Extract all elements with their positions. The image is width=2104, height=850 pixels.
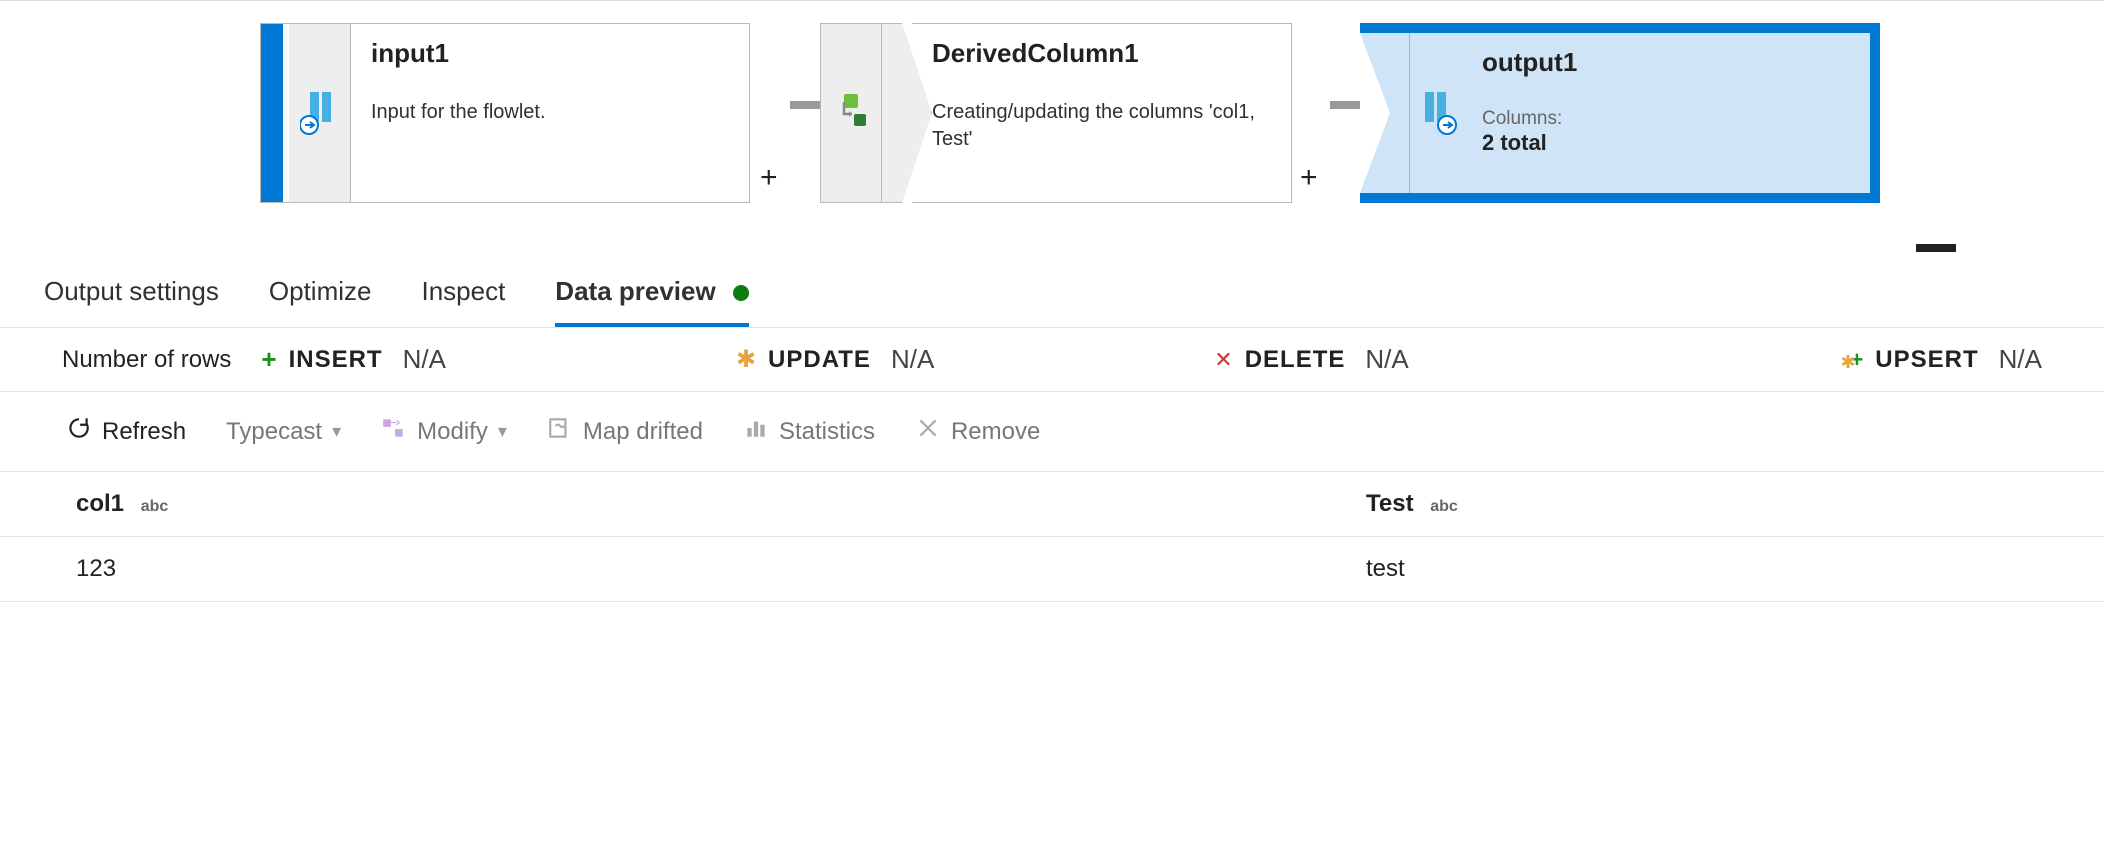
data-preview-table: col1 abc Test abc 123 test xyxy=(0,472,2104,602)
panel-resize-grip[interactable] xyxy=(1916,244,1956,252)
insert-label: INSERT xyxy=(289,346,383,374)
tab-data-preview[interactable]: Data preview xyxy=(555,276,749,327)
col-name: Test xyxy=(1366,490,1414,517)
node-desc: Input for the flowlet. xyxy=(371,99,546,126)
btn-label: Refresh xyxy=(102,418,186,446)
statistics-icon xyxy=(743,415,769,448)
cell: 123 xyxy=(76,555,1366,583)
derived-column-icon xyxy=(832,92,870,135)
upsert-icon: ✱+ xyxy=(1842,346,1863,374)
add-after-input[interactable]: + xyxy=(760,161,778,195)
node-title: DerivedColumn1 xyxy=(932,38,1271,69)
row-stats-bar: Number of rows + INSERT N/A ✱ UPDATE N/A… xyxy=(0,328,2104,392)
rows-label: Number of rows xyxy=(62,346,231,374)
statistics-button[interactable]: Statistics xyxy=(743,415,875,448)
output-columns-label: Columns: xyxy=(1482,108,1577,130)
update-label: UPDATE xyxy=(768,346,871,374)
upsert-label: UPSERT xyxy=(1875,346,1978,374)
btn-label: Statistics xyxy=(779,418,875,446)
status-dot-icon xyxy=(733,285,749,301)
modify-icon xyxy=(381,415,407,448)
cell: test xyxy=(1366,555,2028,583)
plus-icon: + xyxy=(261,344,276,375)
output-columns-value: 2 total xyxy=(1482,130,1577,156)
tab-output-settings[interactable]: Output settings xyxy=(44,276,219,327)
flow-canvas: input1 Input for the flowlet. + xyxy=(0,0,2104,250)
tabs-row: Output settings Optimize Inspect Data pr… xyxy=(0,250,2104,328)
delete-label: DELETE xyxy=(1245,346,1346,374)
btn-label: Remove xyxy=(951,418,1040,446)
refresh-button[interactable]: Refresh xyxy=(66,415,186,448)
flow-node-derived[interactable]: DerivedColumn1 Creating/updating the col… xyxy=(912,23,1292,203)
table-row[interactable]: 123 test xyxy=(0,537,2104,602)
col-name: col1 xyxy=(76,490,124,517)
column-header-test[interactable]: Test abc xyxy=(1366,490,2028,518)
add-after-derived[interactable]: + xyxy=(1300,161,1318,195)
connector xyxy=(1330,101,1360,109)
refresh-icon xyxy=(66,415,92,448)
x-icon: ✕ xyxy=(1214,347,1232,373)
flow-node-input[interactable]: input1 Input for the flowlet. xyxy=(260,23,750,203)
tab-optimize[interactable]: Optimize xyxy=(269,276,372,327)
tab-label: Data preview xyxy=(555,276,715,306)
chevron-down-icon: ▾ xyxy=(498,421,507,442)
node-desc: Creating/updating the columns 'col1, Tes… xyxy=(932,99,1271,153)
tab-inspect[interactable]: Inspect xyxy=(421,276,505,327)
upsert-value: N/A xyxy=(1999,344,2042,375)
col-type: abc xyxy=(141,498,169,515)
modify-button[interactable]: Modify ▾ xyxy=(381,415,507,448)
btn-label: Typecast xyxy=(226,418,322,446)
remove-icon xyxy=(915,415,941,448)
remove-button[interactable]: Remove xyxy=(915,415,1040,448)
map-drifted-icon xyxy=(547,415,573,448)
btn-label: Modify xyxy=(417,418,488,446)
node-title: output1 xyxy=(1482,47,1577,78)
input-icon xyxy=(289,24,351,202)
col-type: abc xyxy=(1430,498,1458,515)
typecast-button[interactable]: Typecast ▾ xyxy=(226,418,341,446)
connector xyxy=(790,101,820,109)
update-value: N/A xyxy=(891,344,934,375)
delete-value: N/A xyxy=(1365,344,1408,375)
chevron-down-icon: ▾ xyxy=(332,421,341,442)
map-drifted-button[interactable]: Map drifted xyxy=(547,415,703,448)
node-title: input1 xyxy=(371,38,546,69)
output-icon xyxy=(1410,33,1468,193)
table-header-row: col1 abc Test abc xyxy=(0,472,2104,537)
column-header-col1[interactable]: col1 abc xyxy=(76,490,1366,518)
preview-toolbar: Refresh Typecast ▾ Modify ▾ Map drifted … xyxy=(0,392,2104,472)
btn-label: Map drifted xyxy=(583,418,703,446)
insert-value: N/A xyxy=(403,344,446,375)
flow-node-output[interactable]: output1 Columns: 2 total xyxy=(1360,23,1880,203)
star-icon: ✱ xyxy=(736,345,756,374)
